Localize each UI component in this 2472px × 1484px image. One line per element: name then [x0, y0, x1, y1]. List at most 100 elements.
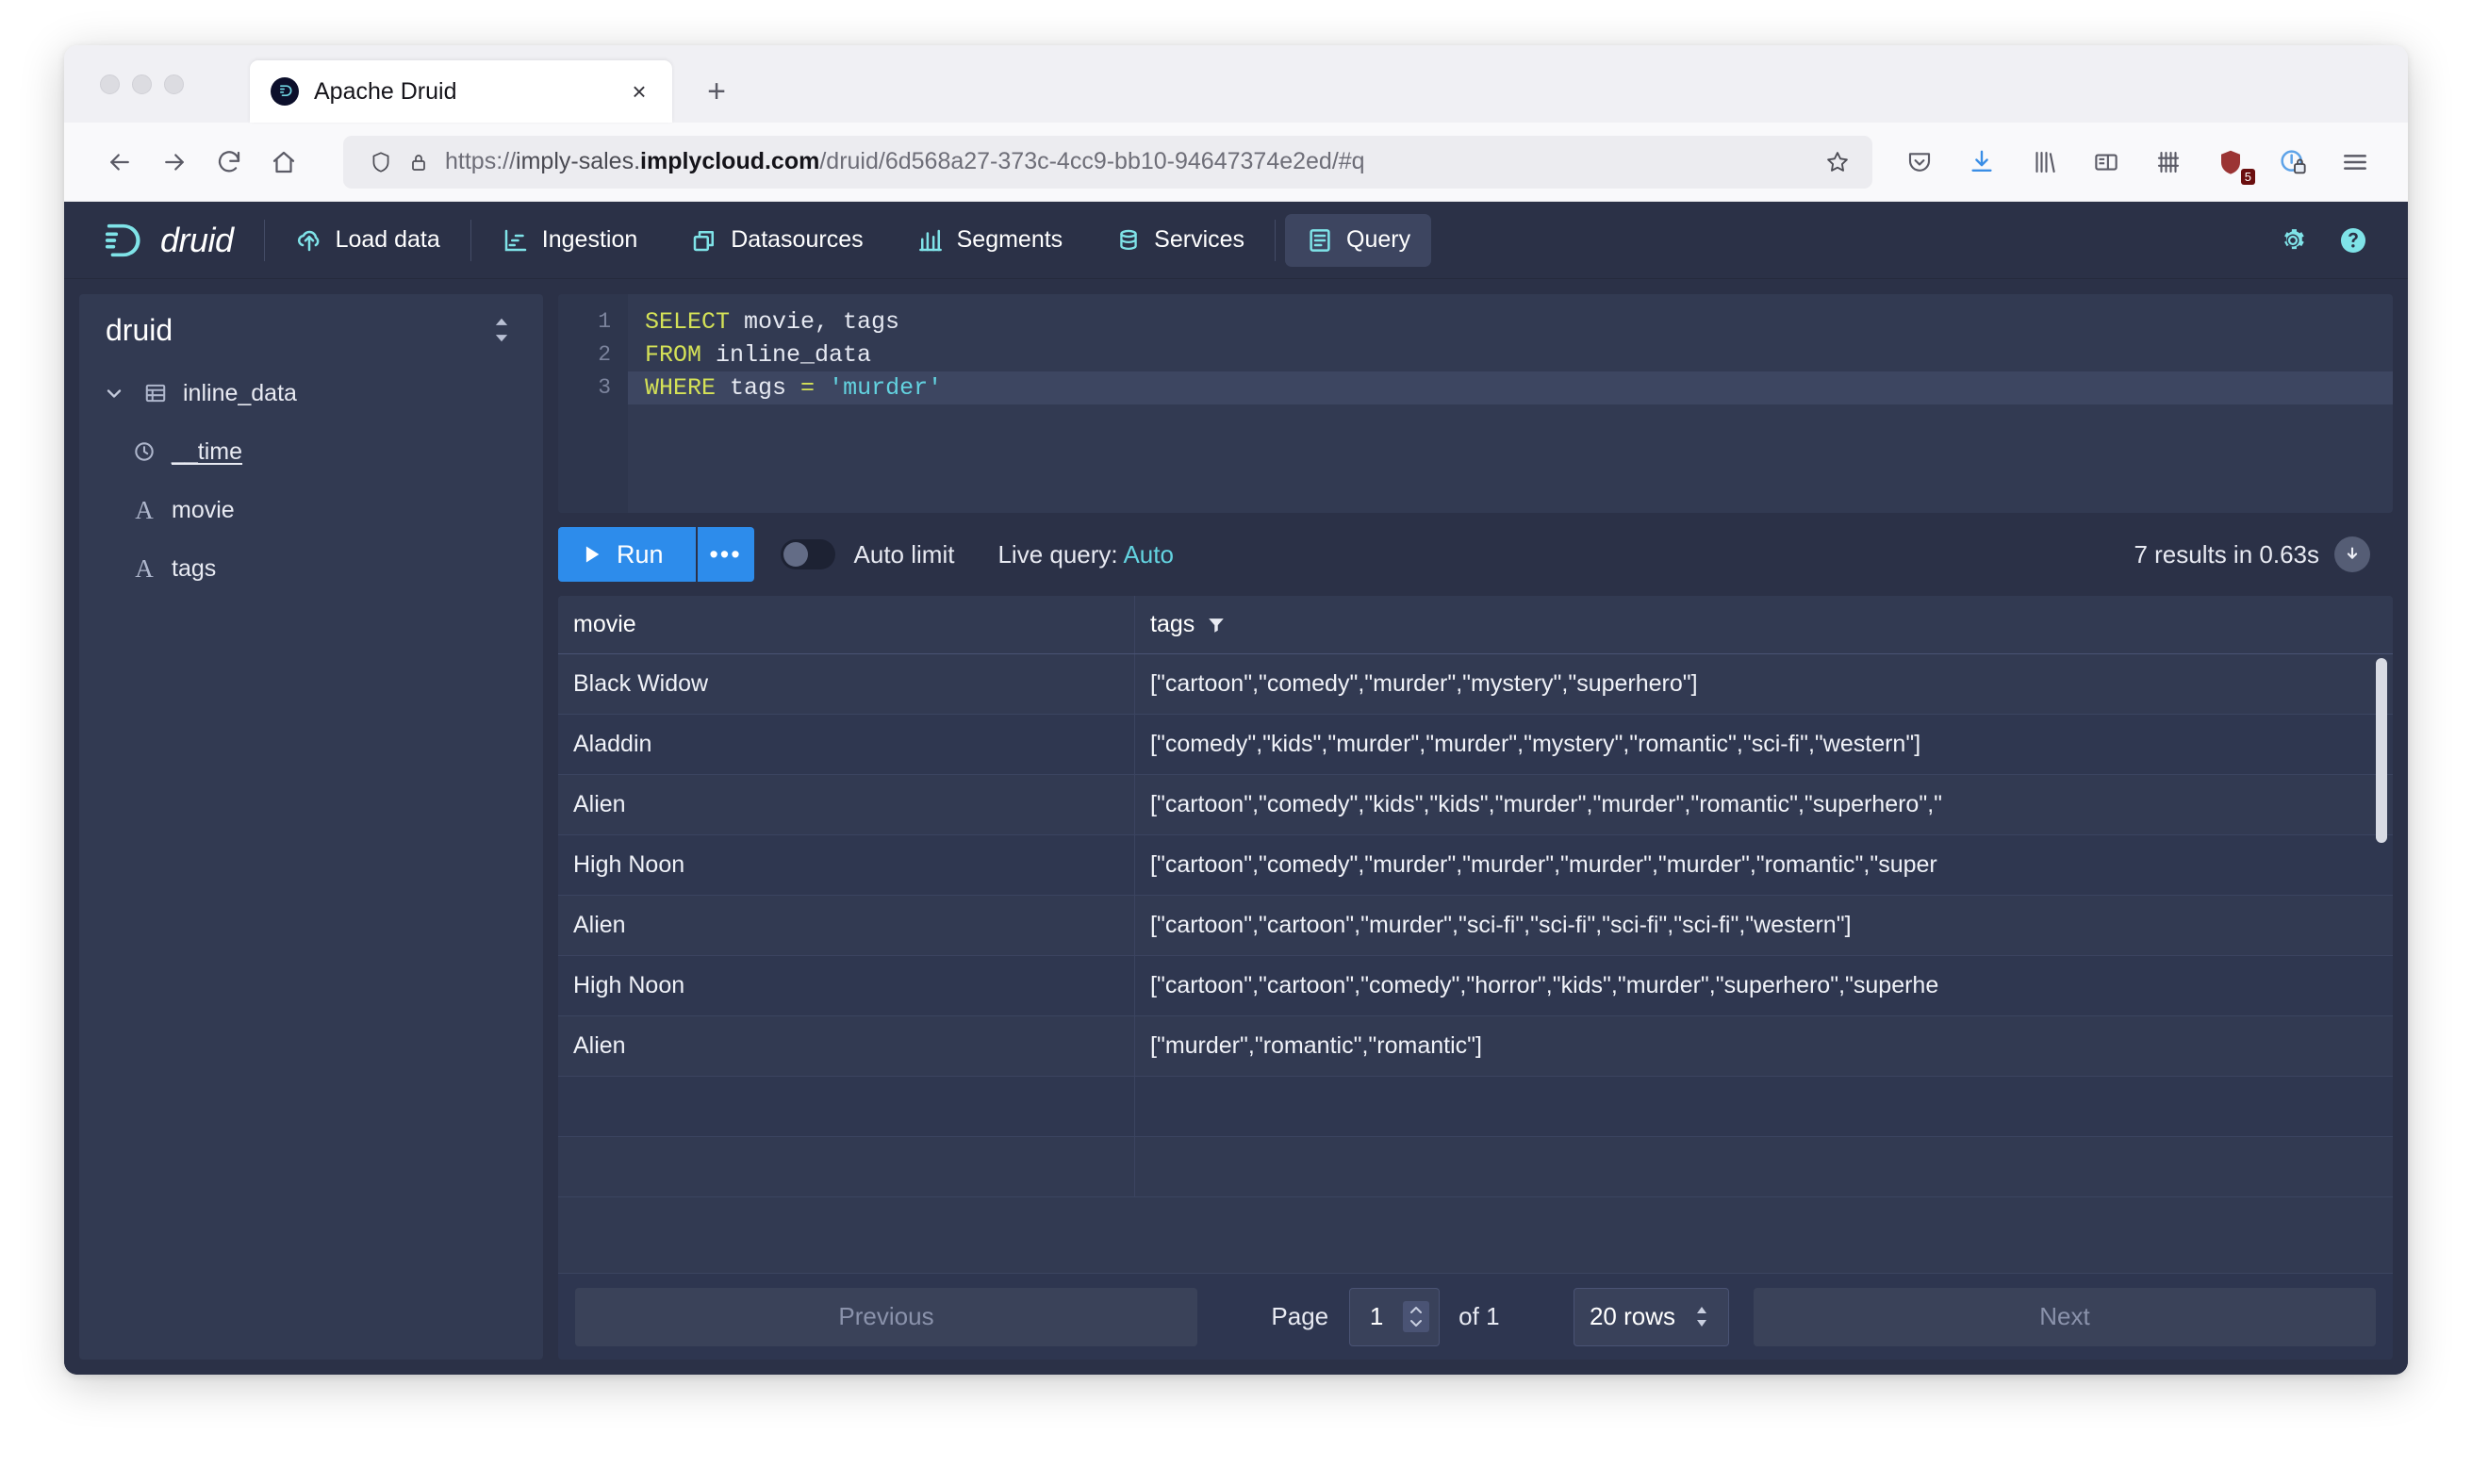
site-lock-icon[interactable] [400, 143, 437, 181]
nav-item-label: Segments [956, 226, 1063, 253]
sql-keyword: SELECT [645, 308, 731, 336]
live-query-value[interactable]: Auto [1123, 540, 1174, 569]
library-icon[interactable] [2018, 136, 2070, 189]
url-text[interactable]: https://imply-sales.implycloud.com/druid… [437, 148, 1816, 175]
back-button[interactable] [92, 135, 147, 190]
minimize-window-button[interactable] [132, 74, 152, 94]
table-row[interactable]: Alien ["cartoon","cartoon","murder","sci… [558, 896, 2393, 956]
rows-per-page-select[interactable]: 20 rows [1573, 1287, 1729, 1346]
hamburger-menu-icon[interactable] [2329, 136, 2381, 189]
page-number-stepper[interactable] [1349, 1287, 1441, 1346]
url-bar[interactable]: https://imply-sales.implycloud.com/druid… [343, 135, 1872, 189]
sql-string-literal: 'murder' [829, 374, 943, 402]
schema-picker-icon[interactable] [483, 311, 520, 349]
results-vertical-scrollbar[interactable] [2376, 658, 2387, 843]
cell-movie: Black Widow [558, 654, 1135, 714]
druid-body: druid inline_data __time A movie A tags … [64, 279, 2408, 1375]
previous-page-button[interactable]: Previous [575, 1287, 1197, 1346]
funnel-icon[interactable] [1206, 615, 1227, 635]
tracking-protection-shield-icon[interactable] [362, 143, 400, 181]
maximize-window-button[interactable] [164, 74, 184, 94]
header-divider [470, 219, 471, 261]
close-window-button[interactable] [100, 74, 120, 94]
table-row[interactable]: Alien ["cartoon","comedy","kids","kids",… [558, 775, 2393, 835]
code-line[interactable]: SELECT movie, tags [628, 305, 2393, 338]
tree-item-movie[interactable]: A movie [79, 481, 543, 539]
next-page-button[interactable]: Next [1754, 1287, 2376, 1346]
table-row[interactable]: Black Widow ["cartoon","comedy","murder"… [558, 654, 2393, 715]
toggle-knob [783, 542, 808, 567]
code-line-active[interactable]: WHERE tags = 'murder' [628, 371, 2393, 404]
forward-button[interactable] [147, 135, 202, 190]
query-icon [1306, 226, 1334, 255]
live-query-prefix: Live query: [997, 539, 1124, 569]
table-icon [140, 381, 172, 405]
download-results-icon[interactable] [2334, 536, 2370, 572]
run-button-group: Run ••• [558, 527, 754, 582]
nav-item-datasources[interactable]: Datasources [669, 214, 883, 267]
page-number-input[interactable] [1350, 1301, 1404, 1332]
editor-code-area[interactable]: SELECT movie, tags FROM inline_data WHER… [628, 294, 2393, 513]
container-lock-icon[interactable] [2266, 136, 2319, 189]
browser-tab-strip: Apache Druid × + [64, 45, 2408, 123]
table-row[interactable]: High Noon ["cartoon","cartoon","comedy",… [558, 956, 2393, 1016]
nav-item-load-data[interactable]: Load data [274, 214, 461, 267]
table-row[interactable]: Alien ["murder","romantic","romantic"] [558, 1016, 2393, 1077]
download-icon[interactable] [1955, 136, 2008, 189]
datasources-icon [690, 226, 718, 255]
bookmark-star-icon[interactable] [1816, 140, 1859, 184]
schema-sidebar: druid inline_data __time A movie A tags [79, 294, 543, 1360]
table-row[interactable]: High Noon ["cartoon","comedy","murder","… [558, 835, 2393, 896]
code-line[interactable]: FROM inline_data [628, 338, 2393, 371]
close-tab-button[interactable]: × [623, 75, 655, 107]
editor-gutter: 1 2 3 [558, 294, 628, 513]
cell-movie: Alien [558, 896, 1135, 955]
gear-icon[interactable] [2266, 214, 2319, 267]
run-button-label: Run [617, 539, 664, 569]
shelf-icon[interactable] [2142, 136, 2195, 189]
table-row-empty [558, 1137, 2393, 1197]
rows-per-page-arrows[interactable] [1690, 1307, 1713, 1327]
run-more-options-button[interactable]: ••• [695, 527, 754, 582]
table-row[interactable]: Aladdin ["comedy","kids","murder","murde… [558, 715, 2393, 775]
cell-tags [1135, 1137, 2393, 1196]
column-header-movie[interactable]: movie [558, 596, 1135, 653]
new-tab-button[interactable]: + [695, 70, 738, 113]
druid-logo[interactable]: druid [96, 221, 260, 260]
tree-item-label: tags [172, 554, 217, 582]
nav-item-ingestion[interactable]: Ingestion [481, 214, 658, 267]
url-scheme: https:// [445, 148, 517, 174]
column-header-tags[interactable]: tags [1135, 596, 2393, 653]
sql-editor[interactable]: 1 2 3 SELECT movie, tags FROM inline_dat… [558, 294, 2393, 513]
browser-tab[interactable]: Apache Druid × [250, 60, 672, 123]
query-pane: 1 2 3 SELECT movie, tags FROM inline_dat… [558, 294, 2393, 1360]
nav-item-services[interactable]: Services [1095, 214, 1265, 267]
pagination-bar: Previous Page of 1 [558, 1273, 2393, 1360]
auto-limit-toggle[interactable] [780, 539, 835, 569]
ublock-shield-icon[interactable]: 5 [2204, 136, 2257, 189]
home-button[interactable] [256, 135, 311, 190]
cell-tags: ["cartoon","comedy","murder","murder","m… [1150, 851, 1937, 878]
tree-item-inline_data[interactable]: inline_data [79, 364, 543, 422]
ingestion-icon [502, 226, 530, 255]
url-host: implycloud.com [640, 148, 820, 174]
query-run-bar: Run ••• Auto limit Live query: Auto 7 re… [558, 513, 2393, 596]
chevron-down-icon[interactable] [100, 382, 128, 404]
sql-keyword: FROM [645, 341, 702, 369]
reload-button[interactable] [202, 135, 256, 190]
line-number: 2 [598, 342, 611, 367]
nav-item-query[interactable]: Query [1285, 213, 1432, 267]
tree-item-tags[interactable]: A tags [79, 539, 543, 598]
live-query-label[interactable]: Live query: Auto [997, 540, 1173, 569]
help-icon[interactable] [2327, 214, 2380, 267]
tree-item-__time[interactable]: __time [79, 422, 543, 481]
tree-item-label: __time [172, 437, 243, 465]
type-a-icon: A [135, 495, 154, 524]
nav-item-segments[interactable]: Segments [896, 214, 1084, 267]
page-stepper-arrows[interactable] [1403, 1301, 1430, 1332]
cell-tags: ["cartoon","comedy","murder","mystery","… [1150, 670, 1698, 697]
line-number: 1 [598, 309, 611, 334]
pocket-icon[interactable] [1893, 136, 1946, 189]
sidebar-icon[interactable] [2080, 136, 2133, 189]
run-button[interactable]: Run [558, 527, 696, 582]
